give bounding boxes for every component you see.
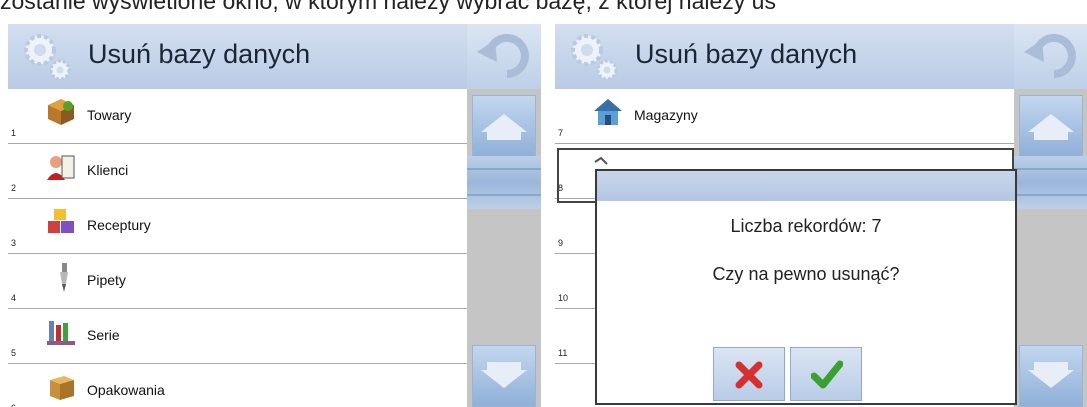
confirm-button[interactable] bbox=[790, 347, 862, 401]
up-arrow-icon bbox=[1028, 114, 1074, 140]
recipes-icon bbox=[48, 209, 74, 233]
item-number: 1 bbox=[11, 128, 17, 138]
item-label: Klienci bbox=[87, 162, 129, 178]
pipette-icon bbox=[60, 263, 68, 292]
settings-gears-icon bbox=[24, 34, 71, 81]
confirm-delete-dialog: Liczba rekordów: 7 Czy na pewno usunąć? bbox=[595, 169, 1017, 405]
item-label: Receptury bbox=[87, 217, 151, 233]
down-arrow-icon bbox=[1028, 362, 1074, 388]
list-item-towary[interactable]: 1 Towary bbox=[8, 89, 467, 144]
back-button[interactable] bbox=[1014, 24, 1087, 89]
scroll-up-button[interactable] bbox=[472, 95, 536, 157]
document-caption: zostanie wyświetlone okno, w którym nale… bbox=[0, 0, 776, 14]
list-item-klienci[interactable]: 2 Klienci bbox=[8, 144, 467, 199]
confirm-question-text: Czy na pewno usunąć? bbox=[712, 264, 900, 284]
settings-gears-icon bbox=[571, 34, 618, 81]
item-number: 7 bbox=[558, 128, 564, 138]
item-number: 5 bbox=[11, 348, 17, 358]
item-label: Magazyny bbox=[634, 107, 698, 123]
scroll-down-button[interactable] bbox=[1019, 345, 1083, 407]
undo-arrow-icon bbox=[477, 34, 529, 78]
list-item-magazyny[interactable]: 7 Magazyny bbox=[555, 89, 1014, 144]
scroll-rail bbox=[1014, 89, 1087, 407]
list-item-pipety[interactable]: 4 Pipety bbox=[8, 254, 467, 309]
slider-line bbox=[467, 168, 541, 170]
list-item-receptury[interactable]: 3 Receptury bbox=[8, 199, 467, 254]
scroll-up-button[interactable] bbox=[1019, 95, 1083, 157]
cancel-button[interactable] bbox=[713, 347, 785, 401]
down-arrow-icon bbox=[481, 362, 527, 388]
scroll-down-button[interactable] bbox=[472, 345, 536, 407]
back-button[interactable] bbox=[467, 24, 541, 89]
item-number: 3 bbox=[11, 238, 17, 248]
item-label: Serie bbox=[87, 327, 120, 343]
item-number: 6 bbox=[11, 403, 16, 407]
slider-line bbox=[1014, 194, 1087, 196]
undo-arrow-icon bbox=[1024, 34, 1076, 78]
item-number: 4 bbox=[11, 293, 17, 303]
scroll-rail bbox=[467, 89, 541, 407]
page-title: Usuń bazy danych bbox=[635, 39, 858, 69]
item-number: 9 bbox=[558, 238, 564, 248]
customers-icon bbox=[47, 155, 75, 180]
scrollbar-thumb[interactable] bbox=[467, 156, 541, 209]
title-bar: Usuń bazy danych bbox=[8, 24, 541, 89]
close-icon bbox=[735, 361, 763, 389]
dialog-header bbox=[597, 171, 1015, 201]
package-icon bbox=[48, 99, 74, 125]
page-title: Usuń bazy danych bbox=[88, 39, 311, 69]
item-label: Opakowania bbox=[87, 382, 165, 398]
warehouse-icon bbox=[594, 99, 622, 125]
record-count-text: Liczba rekordów: 7 bbox=[730, 216, 882, 236]
list-item-opakowania[interactable]: 6 Opakowania bbox=[8, 364, 467, 407]
slider-line bbox=[467, 194, 541, 196]
check-icon bbox=[811, 360, 843, 389]
database-delete-screen-confirm: Usuń bazy danych 7 Magazyny 8 9 10 11 Li… bbox=[555, 24, 1087, 407]
scrollbar-thumb[interactable] bbox=[1014, 156, 1087, 209]
database-delete-screen-list: Usuń bazy danych 1 Towary 2 Klienci 3 Re… bbox=[8, 24, 541, 407]
slider-line bbox=[1014, 168, 1087, 170]
item-number: 10 bbox=[558, 293, 569, 303]
item-number: 2 bbox=[11, 183, 17, 193]
item-label: Pipety bbox=[87, 272, 126, 288]
title-bar: Usuń bazy danych bbox=[555, 24, 1087, 89]
up-arrow-icon bbox=[481, 114, 527, 140]
box-icon bbox=[50, 376, 74, 400]
item-number: 11 bbox=[558, 348, 568, 358]
series-icon bbox=[47, 321, 75, 345]
item-label: Towary bbox=[87, 107, 132, 123]
database-list: 1 Towary 2 Klienci 3 Receptury 4 Pipety … bbox=[8, 89, 467, 407]
list-item-serie[interactable]: 5 Serie bbox=[8, 309, 467, 364]
